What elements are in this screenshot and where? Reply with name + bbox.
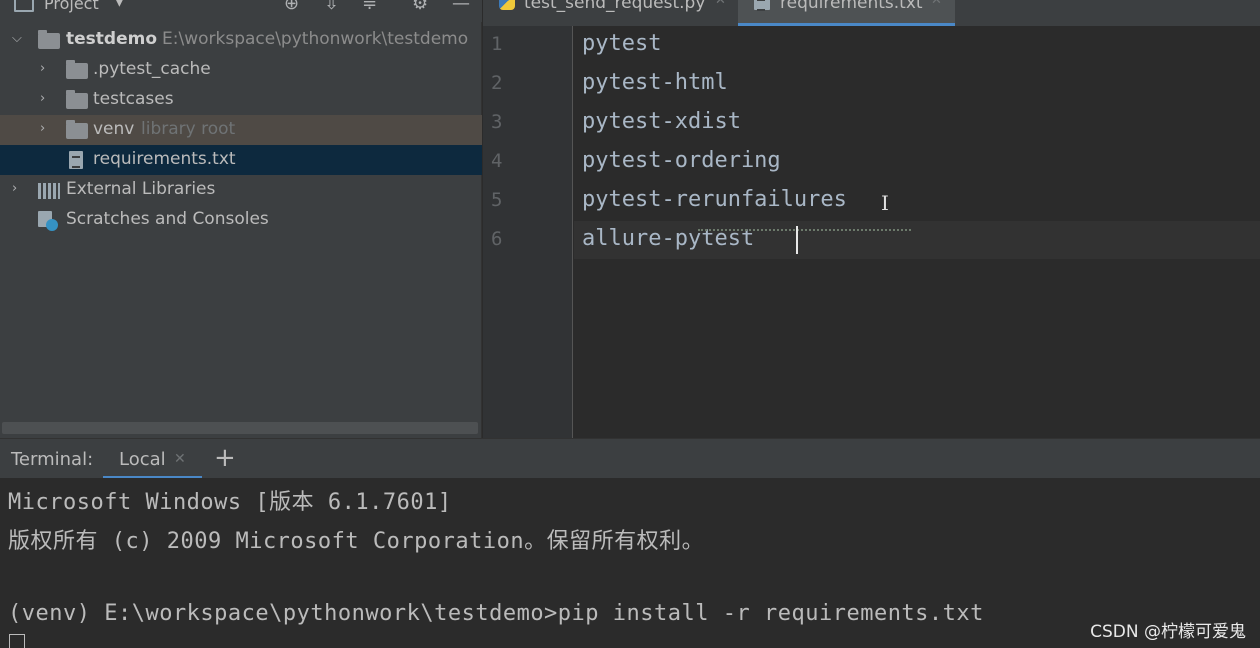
terminal-line: 版权所有 (c) 2009 Microsoft Corporation。保留所有… (8, 529, 705, 554)
text-caret (796, 226, 798, 254)
terminal-line: Microsoft Windows [版本 6.1.7601] (8, 490, 452, 515)
tree-item-external-libraries[interactable]: › External Libraries (0, 175, 482, 205)
tree-label-scratches: Scratches and Consoles (66, 209, 269, 229)
package-folder-icon (66, 90, 88, 109)
line-number: 5 (491, 189, 503, 211)
tab-label: requirements.txt (780, 0, 923, 13)
chevron-right-icon[interactable]: › (40, 91, 45, 106)
chevron-right-icon[interactable]: › (12, 181, 17, 196)
line-number: 2 (491, 72, 503, 94)
line-number: 4 (491, 150, 503, 172)
tab-label: test_send_request.py (524, 0, 706, 13)
tree-item-testdemo[interactable]: ⌵ testdemo E:\workspace\pythonwork\testd… (0, 25, 482, 55)
terminal-header: Terminal: Local ✕ + (0, 438, 1260, 479)
collapse-all-icon[interactable]: ≑ (362, 0, 377, 14)
folder-icon (66, 120, 88, 139)
code-line[interactable]: pytest-html (582, 70, 728, 95)
tree-root-path: E:\workspace\pythonwork\testdemo (162, 29, 469, 49)
code-line[interactable]: pytest-rerunfailures (582, 187, 847, 212)
chevron-down-icon[interactable]: ▼ (114, 0, 125, 9)
tab-requirements[interactable]: requirements.txt ✕ (738, 0, 955, 26)
project-header: Project ▼ ⊕ ⇩ ≑ ⚙ — (0, 0, 482, 22)
tree-label-testcases: testcases (93, 89, 174, 109)
code-editor[interactable]: 1 2 3 4 5 6 pytest pytest-html pytest-xd… (483, 26, 1260, 438)
tree-item-scratches[interactable]: Scratches and Consoles (0, 205, 482, 235)
watermark: CSDN @柠檬可爱鬼 (1090, 622, 1246, 642)
code-line[interactable]: pytest-xdist (582, 109, 741, 134)
tree-item-requirements[interactable]: requirements.txt (0, 145, 482, 175)
tree-item-pytest-cache[interactable]: › .pytest_cache (0, 55, 482, 85)
tree-hint-library-root: library root (141, 119, 236, 139)
library-icon (38, 183, 60, 199)
tree-label-pytest-cache: .pytest_cache (93, 59, 211, 79)
terminal-label: Terminal: (11, 449, 94, 470)
python-file-icon (499, 0, 515, 10)
mouse-ibeam-cursor: I (881, 191, 889, 215)
code-line[interactable]: pytest (582, 31, 661, 56)
line-number: 3 (491, 111, 503, 133)
project-window-icon (14, 0, 34, 12)
expand-all-icon[interactable]: ⇩ (324, 0, 339, 14)
tree-label-venv: venv (93, 119, 135, 139)
text-file-icon (754, 0, 770, 11)
close-icon[interactable]: ✕ (174, 451, 186, 467)
project-title[interactable]: Project (44, 0, 99, 13)
scratches-icon (38, 211, 58, 231)
close-icon[interactable]: ✕ (931, 0, 942, 8)
editor-tab-bar: test_send_request.py ✕ requirements.txt … (483, 0, 1260, 26)
folder-icon (38, 30, 60, 49)
close-icon[interactable]: ✕ (715, 0, 726, 8)
gear-icon[interactable]: ⚙ (412, 0, 428, 14)
tab-local[interactable]: Local ✕ (103, 439, 202, 479)
tree-label-external-libraries: External Libraries (66, 179, 216, 199)
folder-icon (66, 60, 88, 79)
terminal-cursor (9, 634, 25, 648)
line-number: 1 (491, 33, 503, 55)
terminal-line: (venv) E:\workspace\pythonwork\testdemo>… (8, 601, 984, 626)
horizontal-scrollbar[interactable] (2, 422, 478, 434)
chevron-right-icon[interactable]: › (40, 121, 45, 136)
line-number-gutter: 1 2 3 4 5 6 (483, 26, 573, 438)
tree-label-requirements: requirements.txt (93, 149, 236, 169)
code-line[interactable]: pytest-ordering (582, 148, 781, 173)
line-number: 6 (491, 228, 503, 250)
chevron-down-icon[interactable]: ⌵ (12, 31, 22, 46)
tree-item-venv[interactable]: › venv library root (0, 115, 482, 145)
project-panel: Project ▼ ⊕ ⇩ ≑ ⚙ — ⌵ testdemo E:\worksp… (0, 0, 482, 438)
terminal-output[interactable]: Microsoft Windows [版本 6.1.7601] 版权所有 (c)… (0, 478, 1260, 648)
spelling-warning-underline (698, 227, 911, 231)
locate-icon[interactable]: ⊕ (284, 0, 299, 14)
new-terminal-tab-button[interactable]: + (214, 443, 236, 473)
tree-item-testcases[interactable]: › testcases (0, 85, 482, 115)
tab-label: Local (119, 449, 166, 470)
minimize-icon[interactable]: — (452, 0, 470, 14)
chevron-right-icon[interactable]: › (40, 61, 45, 76)
tab-test-send-request[interactable]: test_send_request.py ✕ (483, 0, 737, 26)
text-file-icon (69, 151, 83, 169)
tree-label-root: testdemo (66, 29, 157, 49)
